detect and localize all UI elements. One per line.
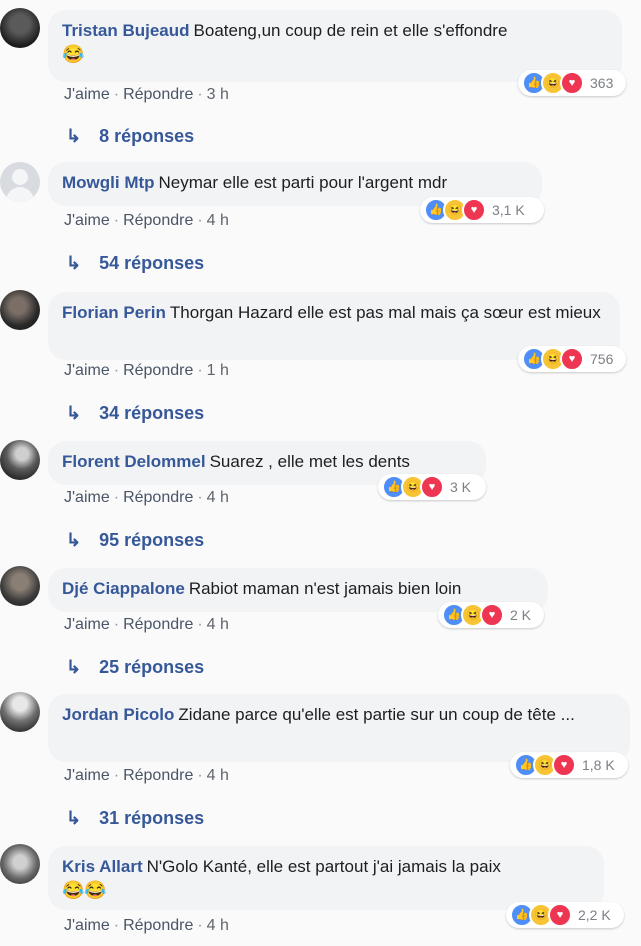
reaction-count: 363 [590,75,614,91]
view-replies-link[interactable]: ↳ 54 réponses [66,253,204,274]
like-link[interactable]: J'aime [64,767,110,784]
reactions-summary[interactable]: 👍 😆 ♥ 2 K [438,602,544,628]
avatar[interactable] [0,692,40,732]
timestamp[interactable]: 4 h [207,616,229,633]
comment-actions: J'aime · Répondre · 4 h [64,616,229,633]
timestamp[interactable]: 4 h [207,917,229,934]
view-replies-link[interactable]: ↳ 95 réponses [66,530,204,551]
avatar[interactable] [0,566,40,606]
love-icon: ♥ [420,475,444,499]
comment-author[interactable]: Tristan Bujeaud [62,21,190,40]
reply-link[interactable]: Répondre [123,616,193,633]
avatar[interactable] [0,844,40,884]
reactions-summary[interactable]: 👍 😆 ♥ 756 [518,346,626,372]
comment-actions: J'aime · Répondre · 1 h [64,362,229,379]
reaction-count: 756 [590,351,614,367]
timestamp[interactable]: 3 h [207,86,229,103]
avatar[interactable] [0,162,40,202]
replies-count[interactable]: 25 réponses [99,657,204,678]
comment-text: Neymar elle est parti pour l'argent mdr [158,173,448,192]
comment-author[interactable]: Kris Allart [62,857,143,876]
like-link[interactable]: J'aime [64,362,110,379]
like-link[interactable]: J'aime [64,616,110,633]
reaction-count: 2,2 K [578,907,611,923]
comment-actions: J'aime · Répondre · 4 h [64,917,229,934]
reply-arrow-icon: ↳ [66,530,82,550]
reply-link[interactable]: Répondre [123,86,193,103]
reply-arrow-icon: ↳ [66,126,82,146]
comment-author[interactable]: Djé Ciappalone [62,579,185,598]
comment-bubble: Kris Allart N'Golo Kanté, elle est partou… [48,846,604,910]
reactions-summary[interactable]: 👍 😆 ♥ 3 K [378,474,486,500]
reactions-summary[interactable]: 👍 😆 ♥ 2,2 K [506,902,624,928]
replies-count[interactable]: 34 réponses [99,403,204,424]
comment-actions: J'aime · Répondre · 4 h [64,767,229,784]
reply-link[interactable]: Répondre [123,489,193,506]
reply-link[interactable]: Répondre [123,767,193,784]
reply-arrow-icon: ↳ [66,253,82,273]
reply-arrow-icon: ↳ [66,403,82,423]
view-replies-link[interactable]: ↳ 25 réponses [66,657,204,678]
reply-arrow-icon: ↳ [66,657,82,677]
reactions-summary[interactable]: 👍 😆 ♥ 3,1 K [420,197,544,223]
reply-arrow-icon: ↳ [66,808,82,828]
like-link[interactable]: J'aime [64,86,110,103]
reaction-count: 3,1 K [492,202,525,218]
view-replies-link[interactable]: ↳ 8 réponses [66,126,194,147]
reaction-count: 1,8 K [582,757,615,773]
view-replies-link[interactable]: ↳ 31 réponses [66,808,204,829]
love-icon: ♥ [462,198,486,222]
comment-actions: J'aime · Répondre · 3 h [64,86,229,103]
comment-author[interactable]: Mowgli Mtp [62,173,155,192]
comment-actions: J'aime · Répondre · 4 h [64,489,229,506]
comment-text: N'Golo Kanté, elle est partout j'ai jama… [146,857,501,876]
timestamp[interactable]: 4 h [207,212,229,229]
love-icon: ♥ [552,753,576,777]
comment-author[interactable]: Jordan Picolo [62,705,174,724]
reactions-summary[interactable]: 👍 😆 ♥ 1,8 K [510,752,628,778]
comment-text: Rabiot maman n'est jamais bien loin [188,579,462,598]
comment-text: Suarez , elle met les dents [209,452,410,471]
comment-author[interactable]: Florent Delommel [62,452,206,471]
reply-link[interactable]: Répondre [123,917,193,934]
emoji-laugh-icon: 😂😂 [62,880,107,900]
replies-count[interactable]: 95 réponses [99,530,204,551]
reaction-count: 2 K [510,607,532,623]
comment-text: Zidane parce qu'elle est partie sur un c… [178,705,575,724]
like-link[interactable]: J'aime [64,212,110,229]
replies-count[interactable]: 54 réponses [99,253,204,274]
view-replies-link[interactable]: ↳ 34 réponses [66,403,204,424]
avatar[interactable] [0,440,40,480]
like-link[interactable]: J'aime [64,489,110,506]
love-icon: ♥ [548,903,572,927]
replies-count[interactable]: 8 réponses [99,126,194,147]
reply-link[interactable]: Répondre [123,212,193,229]
timestamp[interactable]: 4 h [207,767,229,784]
comment-text: Boateng,un coup de rein et elle s'effond… [193,21,508,40]
comment-author[interactable]: Florian Perin [62,303,166,322]
reaction-count: 3 K [450,479,472,495]
reactions-summary[interactable]: 👍 😆 ♥ 363 [518,70,626,96]
avatar[interactable] [0,290,40,330]
love-icon: ♥ [560,71,584,95]
replies-count[interactable]: 31 réponses [99,808,204,829]
emoji-laugh-icon: 😂 [62,44,85,64]
like-link[interactable]: J'aime [64,917,110,934]
love-icon: ♥ [560,347,584,371]
timestamp[interactable]: 4 h [207,489,229,506]
comment-actions: J'aime · Répondre · 4 h [64,212,229,229]
comment-text: Thorgan Hazard elle est pas mal mais ça … [169,303,601,322]
avatar[interactable] [0,8,40,48]
love-icon: ♥ [480,603,504,627]
timestamp[interactable]: 1 h [207,362,229,379]
reply-link[interactable]: Répondre [123,362,193,379]
